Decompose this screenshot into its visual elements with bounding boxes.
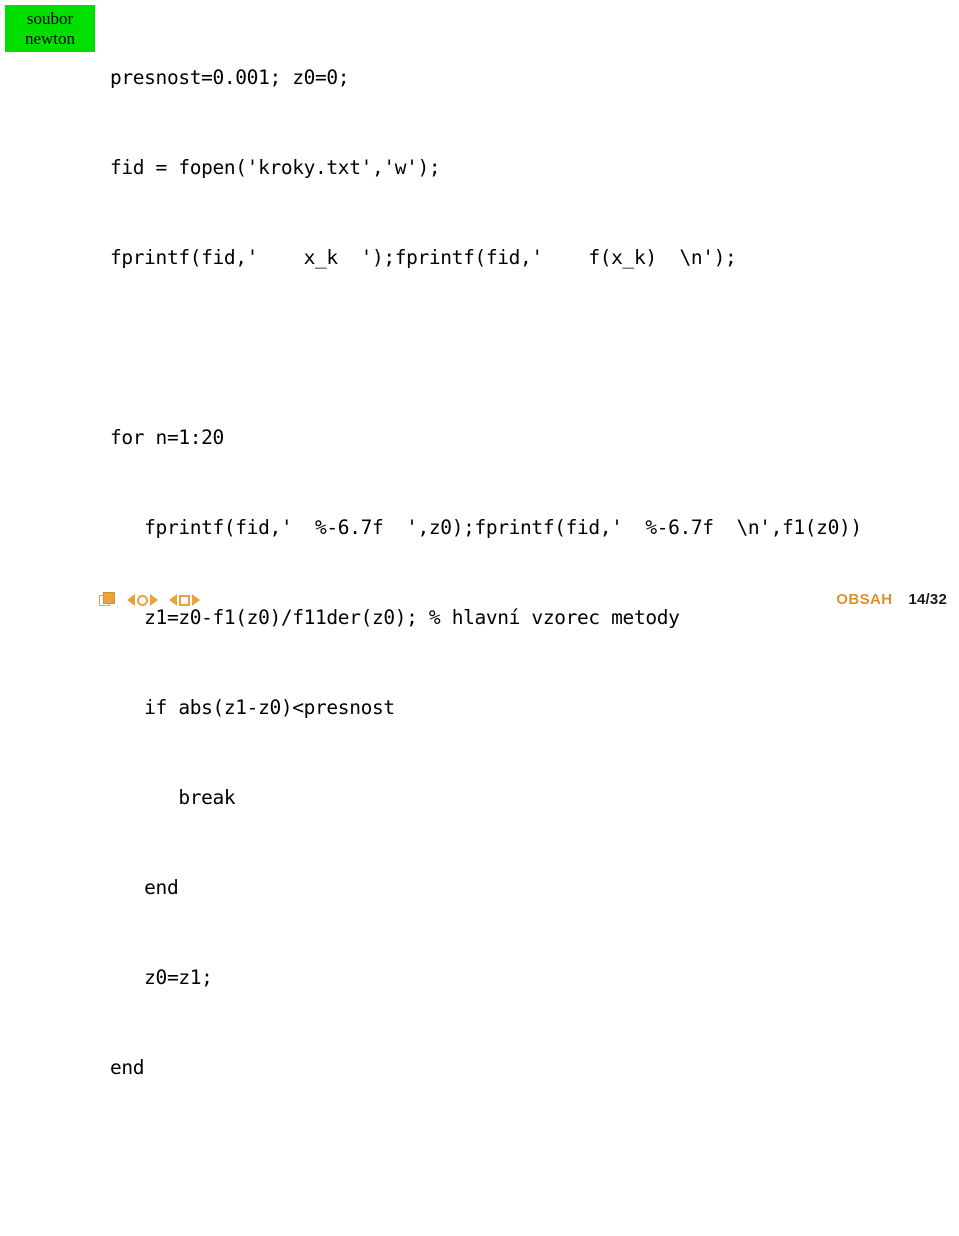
code-line: fid = fopen('kroky.txt','w');	[110, 156, 441, 179]
triangle-right-icon[interactable]	[192, 594, 200, 606]
file-label-line-2: newton	[24, 28, 76, 48]
square-outline-icon[interactable]	[179, 594, 190, 606]
slide-footer: OBSAH 14/32	[0, 584, 959, 618]
code-line: end	[110, 876, 179, 899]
footer-right-group: OBSAH 14/32	[836, 591, 947, 608]
code-line: end	[110, 1056, 145, 1079]
circle-outline-icon[interactable]	[137, 594, 148, 606]
file-label-line-1: soubor	[26, 9, 74, 29]
code-listing: presnost=0.001; z0=0; fid = fopen('kroky…	[110, 3, 959, 1236]
stacked-slides-icon[interactable]	[99, 592, 116, 608]
code-line: z0=z1;	[110, 966, 213, 989]
code-line: fprintf(fid,' x_k ');fprintf(fid,' f(x_k…	[110, 246, 737, 269]
code-line: fprintf(fid,' %-6.7f ',z1);fprintf(fid,'…	[110, 1233, 959, 1236]
code-line: presnost=0.001; z0=0;	[110, 66, 350, 89]
nav-group-subsection[interactable]	[169, 594, 200, 606]
code-line: fprintf(fid,' %-6.7f ',z0);fprintf(fid,'…	[110, 516, 862, 539]
nav-group-frame[interactable]	[127, 594, 158, 606]
toc-link[interactable]: OBSAH	[836, 591, 892, 608]
nav-group-slides[interactable]	[99, 592, 116, 608]
file-label-box: soubor newton	[5, 5, 95, 52]
page-indicator: 14/32	[908, 591, 947, 608]
triangle-left-icon[interactable]	[127, 594, 135, 606]
triangle-right-icon[interactable]	[150, 594, 158, 606]
code-line: if abs(z1-z0)<presnost	[110, 696, 395, 719]
code-line: break	[110, 786, 236, 809]
code-line: for n=1:20	[110, 426, 224, 449]
triangle-left-icon[interactable]	[169, 594, 177, 606]
slide-front-shape	[103, 592, 115, 604]
beamer-navigation-bar	[99, 592, 200, 608]
